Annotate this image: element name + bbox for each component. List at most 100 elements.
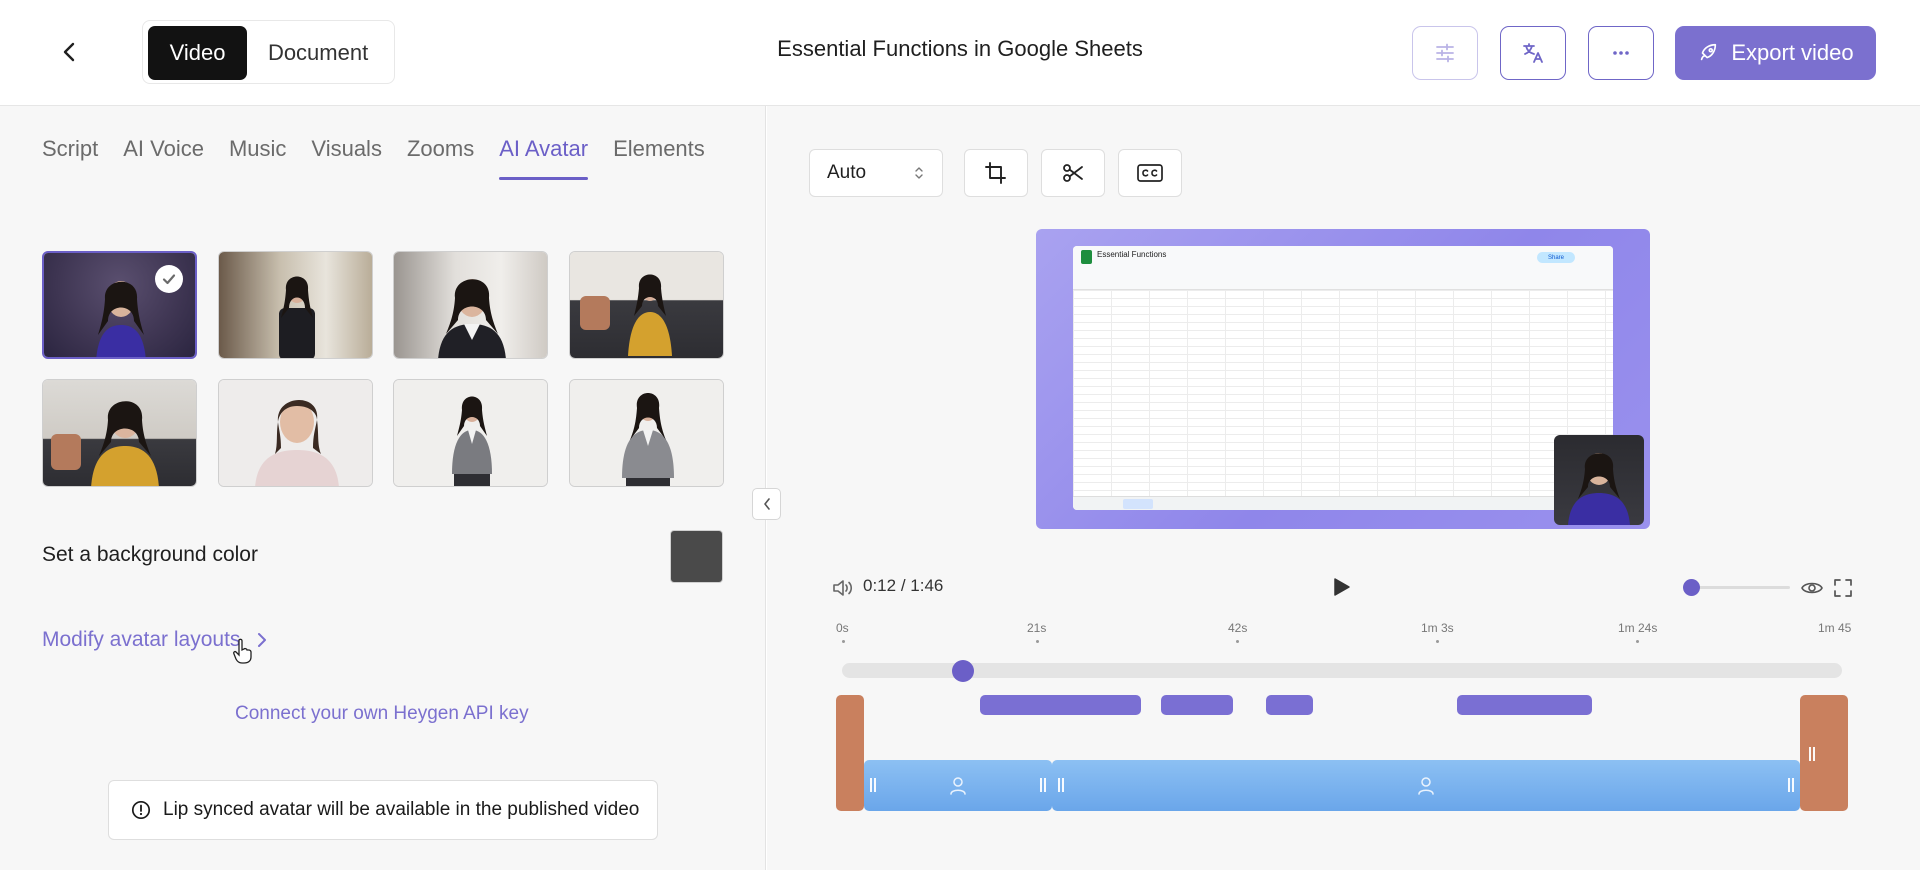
- ruler-tick: [842, 640, 845, 643]
- share-badge: Share: [1537, 252, 1575, 263]
- chevron-right-icon: [258, 633, 267, 647]
- avatar-person-image: [1568, 453, 1630, 525]
- time-total: 1:46: [910, 576, 944, 595]
- tab-ai-voice[interactable]: AI Voice: [111, 136, 217, 180]
- export-video-button[interactable]: Export video: [1675, 26, 1876, 80]
- tab-elements[interactable]: Elements: [601, 136, 718, 180]
- spreadsheet-toolbar: Essential Functions Share: [1073, 246, 1613, 290]
- back-button[interactable]: [52, 34, 88, 70]
- resize-handle[interactable]: [1813, 747, 1815, 761]
- time-separator: /: [900, 576, 906, 595]
- hand-cursor-icon: [233, 638, 252, 664]
- adjust-settings-button[interactable]: [1412, 26, 1478, 80]
- ruler-label: 1m 45: [1818, 621, 1852, 635]
- top-bar: Video Document Essential Functions in Go…: [0, 0, 1920, 106]
- avatar-grid: [42, 251, 724, 487]
- tab-ai-avatar[interactable]: AI Avatar: [487, 136, 601, 180]
- timeline-zoom-slider[interactable]: [1690, 586, 1790, 589]
- ruler-label: 1m 3s: [1421, 621, 1454, 635]
- zoom-clip[interactable]: [980, 695, 1141, 715]
- avatar-person-image: [621, 393, 674, 486]
- tab-music[interactable]: Music: [216, 136, 298, 180]
- avatar-option-6[interactable]: [217, 379, 373, 487]
- ruler-label: 42s: [1228, 621, 1248, 635]
- sheet-tab: [1123, 499, 1153, 509]
- zoom-clip[interactable]: [1161, 695, 1233, 715]
- tab-script[interactable]: Script: [42, 136, 111, 180]
- connect-heygen-api-key-link[interactable]: Connect your own Heygen API key: [235, 703, 529, 725]
- modify-avatar-layouts-label: Modify avatar layouts: [42, 628, 241, 651]
- background-color-swatch[interactable]: [670, 530, 723, 583]
- volume-button[interactable]: [832, 578, 854, 603]
- background-track-start[interactable]: [836, 695, 864, 811]
- resize-handle[interactable]: [870, 778, 872, 792]
- captions-button[interactable]: [1118, 149, 1182, 197]
- play-button[interactable]: [1330, 576, 1352, 603]
- avatar-person-image: [627, 274, 672, 356]
- spreadsheet-footer: [1073, 496, 1613, 510]
- chevron-left-icon: [63, 42, 75, 62]
- more-options-button[interactable]: [1588, 26, 1654, 80]
- resize-handle[interactable]: [874, 778, 876, 792]
- chevron-left-icon: [763, 498, 770, 510]
- avatar-option-8[interactable]: [568, 379, 724, 487]
- avatar-option-2[interactable]: [217, 251, 373, 359]
- crop-button[interactable]: [964, 149, 1028, 197]
- avatar-person-image: [254, 399, 339, 486]
- spreadsheet-frame: Essential Functions Share: [1073, 246, 1613, 510]
- lip-sync-notice-text: Lip synced avatar will be available in t…: [163, 799, 640, 820]
- time-current: 0:12: [863, 576, 897, 595]
- avatar-option-7[interactable]: [393, 379, 548, 487]
- tab-visuals[interactable]: Visuals: [299, 136, 395, 180]
- spreadsheet-title: Essential Functions: [1097, 250, 1167, 259]
- resize-handle[interactable]: [1040, 778, 1042, 792]
- resize-handle[interactable]: [1044, 778, 1046, 792]
- ruler-tick: [1636, 640, 1639, 643]
- avatar-person-image: [278, 276, 315, 358]
- zoom-clip[interactable]: [1266, 695, 1313, 715]
- fullscreen-button[interactable]: [1833, 578, 1853, 603]
- editor-tabs: Script AI Voice Music Visuals Zooms AI A…: [42, 136, 717, 180]
- crop-icon: [985, 162, 1006, 184]
- avatar-clip[interactable]: [864, 760, 1052, 811]
- time-display: 0:12 / 1:46: [863, 576, 943, 596]
- tab-zooms[interactable]: Zooms: [394, 136, 486, 180]
- avatar-option-3[interactable]: [393, 251, 548, 359]
- ruler-label: 21s: [1027, 621, 1047, 635]
- avatar-clip[interactable]: [1052, 760, 1800, 811]
- avatar-person-image: [452, 396, 492, 486]
- user-icon: [1418, 776, 1434, 795]
- avatar-person-image: [438, 279, 506, 358]
- tab-document[interactable]: Document: [247, 26, 389, 80]
- scissors-icon: [1063, 164, 1083, 182]
- background-track-end[interactable]: [1800, 695, 1848, 811]
- tab-video[interactable]: Video: [148, 26, 248, 80]
- collapse-panel-button[interactable]: [752, 488, 781, 520]
- ruler-tick: [1036, 640, 1039, 643]
- play-icon: [1334, 578, 1350, 596]
- alert-circle-icon: [131, 800, 151, 820]
- playhead-handle[interactable]: [952, 660, 974, 682]
- translate-button[interactable]: [1500, 26, 1566, 80]
- resize-handle[interactable]: [1058, 778, 1060, 792]
- avatar-person-image: [91, 401, 159, 486]
- avatar-option-1[interactable]: [42, 251, 197, 359]
- resize-handle[interactable]: [1788, 778, 1790, 792]
- video-preview[interactable]: Essential Functions Share: [1036, 229, 1650, 529]
- fullscreen-icon: [1834, 579, 1852, 597]
- mode-toggle: Video Document: [142, 20, 395, 84]
- resize-handle[interactable]: [1809, 747, 1811, 761]
- resize-handle[interactable]: [1792, 778, 1794, 792]
- sliders-icon: [1436, 43, 1454, 63]
- timeline-zoom-handle[interactable]: [1683, 579, 1700, 596]
- zoom-clip[interactable]: [1457, 695, 1592, 715]
- aspect-ratio-select[interactable]: Auto: [809, 149, 943, 197]
- avatar-option-5[interactable]: [42, 379, 197, 487]
- volume-icon: [833, 580, 853, 596]
- resize-handle[interactable]: [1062, 778, 1064, 792]
- timeline-scrubber[interactable]: [842, 663, 1842, 678]
- avatar-option-4[interactable]: [568, 251, 724, 359]
- ruler-tick: [1436, 640, 1439, 643]
- visibility-button[interactable]: [1800, 578, 1824, 603]
- cut-button[interactable]: [1041, 149, 1105, 197]
